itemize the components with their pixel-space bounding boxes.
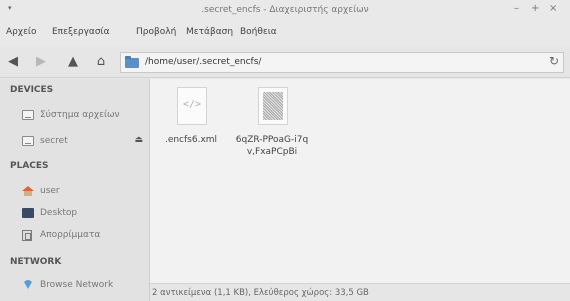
menu-go[interactable]: Μετάβαση [186, 27, 233, 37]
file-name: 6qZR-PPoaG-i7qv,FxaPCpBi [235, 135, 309, 157]
arrow-left-icon: ◀ [8, 53, 18, 69]
sidebar-heading-places: PLACES [10, 161, 49, 171]
home-icon: ⌂ [96, 53, 106, 69]
reload-icon[interactable]: ↻ [549, 54, 559, 68]
menu-view[interactable]: Προβολή [136, 27, 176, 37]
sidebar-item-label: Σύστημα αρχείων [40, 110, 120, 120]
path-text: /home/user/.secret_encfs/ [145, 57, 262, 67]
maximize-button[interactable]: + [531, 3, 539, 14]
desktop-icon [22, 208, 34, 218]
close-button[interactable]: × [549, 3, 557, 14]
arrow-right-icon: ▶ [36, 53, 46, 69]
back-button[interactable]: ◀ [4, 52, 22, 70]
sidebar-item-label: user [40, 186, 60, 196]
sidebar-item-trash[interactable]: Απορρίμματα [0, 227, 149, 245]
menu-file[interactable]: Αρχείο [6, 27, 37, 37]
up-button[interactable]: ▲ [64, 52, 82, 70]
eject-icon[interactable]: ⏏ [134, 135, 143, 145]
sidebar-item-browse-network[interactable]: Browse Network [0, 277, 149, 295]
window-title: .secret_encfs - Διαχειριστής αρχείων [201, 5, 369, 15]
sidebar-heading-network: NETWORK [10, 257, 62, 267]
xml-file-icon: </> [177, 87, 207, 125]
binary-file-icon [258, 87, 288, 125]
sidebar-item-label: Desktop [40, 208, 78, 218]
drive-icon [22, 136, 34, 146]
sidebar-heading-devices: DEVICES [10, 85, 54, 95]
status-text: 2 αντικείμενα (1,1 KB), Ελεύθερος χώρος:… [152, 288, 369, 298]
menu-help[interactable]: Βοήθεια [240, 27, 277, 37]
sidebar-item-user[interactable]: user [0, 183, 149, 201]
folder-icon [125, 56, 139, 68]
file-view[interactable]: </> .encfs6.xml 6qZR-PPoaG-i7qv,FxaPCpBi [150, 79, 570, 283]
toolbar: ◀ ▶ ▲ ⌂ /home/user/.secret_encfs/ ↻ [0, 46, 570, 78]
home-button[interactable]: ⌂ [92, 52, 110, 70]
sidebar-item-label: Απορρίμματα [40, 230, 101, 240]
sidebar-item-secret[interactable]: secret ⏏ [0, 133, 149, 151]
forward-button[interactable]: ▶ [32, 52, 50, 70]
sidebar-item-desktop[interactable]: Desktop [0, 205, 149, 223]
network-icon [22, 280, 34, 290]
sidebar-item-filesystem[interactable]: Σύστημα αρχείων [0, 107, 149, 125]
trash-icon [22, 230, 32, 241]
home-icon [22, 186, 34, 196]
menu-bar: Αρχείο Επεξεργασία Προβολή Μετάβαση Βοήθ… [0, 20, 570, 46]
location-bar[interactable]: /home/user/.secret_encfs/ ↻ [120, 52, 564, 73]
drive-icon [22, 110, 34, 120]
minimize-button[interactable]: – [514, 3, 519, 14]
arrow-up-icon: ▲ [68, 53, 78, 69]
title-bar: ▾ .secret_encfs - Διαχειριστής αρχείων –… [0, 0, 570, 20]
status-bar: 2 αντικείμενα (1,1 KB), Ελεύθερος χώρος:… [150, 283, 570, 301]
sidebar-item-label: Browse Network [40, 280, 114, 290]
file-name: .encfs6.xml [164, 135, 218, 145]
sidebar: DEVICES Σύστημα αρχείων secret ⏏ PLACES … [0, 79, 150, 301]
sidebar-item-label: secret [40, 136, 68, 146]
menu-edit[interactable]: Επεξεργασία [52, 27, 110, 37]
